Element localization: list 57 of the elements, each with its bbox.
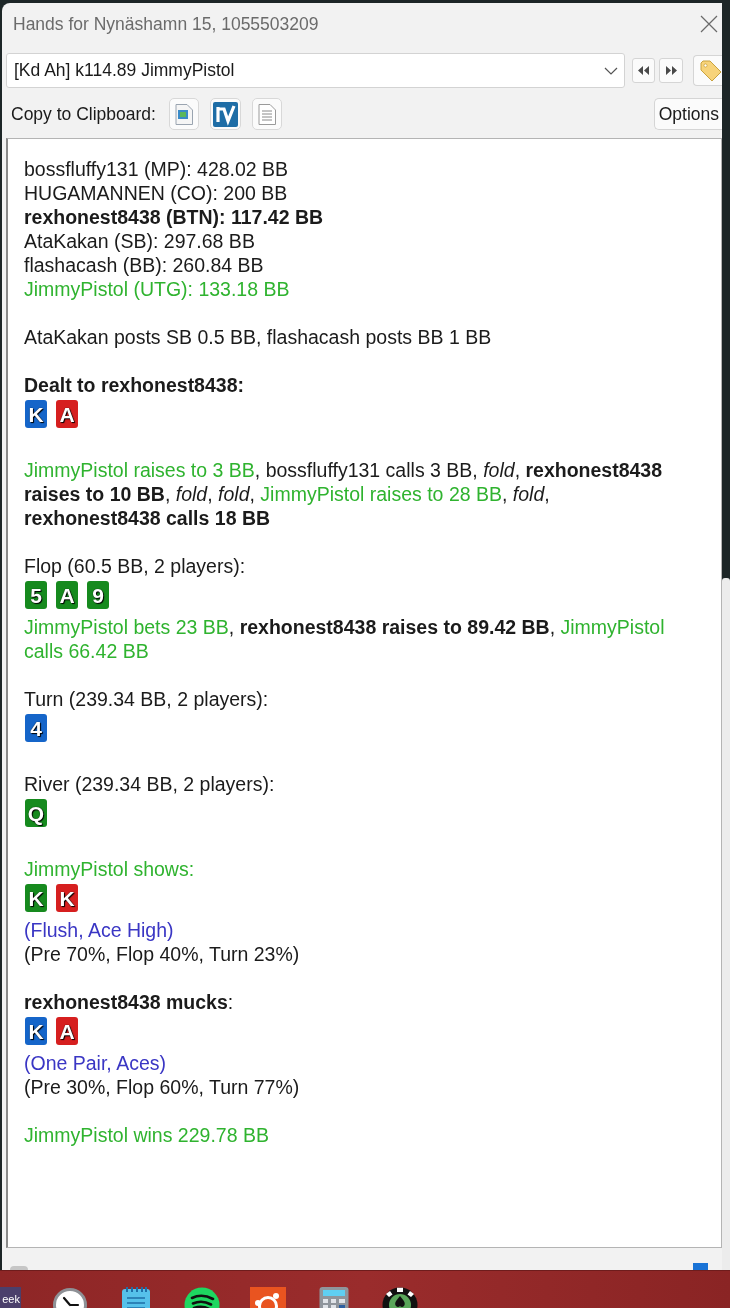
close-button[interactable] bbox=[700, 15, 718, 33]
playing-card: 5 bbox=[25, 581, 47, 609]
copy-to-clipboard-label: Copy to Clipboard: bbox=[11, 102, 156, 126]
previous-hand-button[interactable] bbox=[632, 58, 655, 83]
hand-history-line: bossfluffy131 (MP): 428.02 BB bbox=[24, 157, 289, 181]
playing-card: K bbox=[25, 400, 47, 428]
rewind-icon bbox=[638, 66, 649, 75]
hand-history-line: (Pre 70%, Flop 40%, Turn 23%) bbox=[24, 942, 300, 966]
hand-history-line: River (239.34 BB, 2 players): bbox=[24, 772, 275, 796]
hand-history-line: Turn (239.34 BB, 2 players): bbox=[24, 687, 269, 711]
hand-history-line: JimmyPistol bets 23 BB, rexhonest8438 raises to 89.42 BB, JimmyPistol calls 66.42 BB bbox=[24, 615, 666, 663]
hand-history-line: Dealt to rexhonest8438: bbox=[24, 373, 244, 397]
hand-history-line: JimmyPistol (UTG): 133.18 BB bbox=[24, 277, 290, 301]
app-logo-icon bbox=[212, 101, 238, 127]
text-document-icon bbox=[257, 103, 276, 125]
calculator-icon[interactable] bbox=[319, 1287, 349, 1308]
copy-image-button[interactable] bbox=[168, 98, 199, 130]
next-hand-button[interactable] bbox=[659, 58, 683, 83]
hand-history-line: HUGAMANNEN (CO): 200 BB bbox=[24, 181, 288, 205]
image-document-icon bbox=[174, 103, 193, 125]
window-title: Hands for Nynäshamn 15, 1055503209 bbox=[13, 12, 319, 36]
chevron-down-icon bbox=[604, 66, 618, 75]
playing-card: K bbox=[25, 1017, 47, 1045]
ring-of-dots-icon[interactable] bbox=[250, 1287, 286, 1308]
playing-card: K bbox=[56, 884, 78, 912]
playing-card: K bbox=[25, 884, 47, 912]
hand-dropdown[interactable]: [Kd Ah] k114.89 JimmyPistol bbox=[6, 53, 625, 88]
clock-icon[interactable] bbox=[52, 1287, 88, 1308]
fast-forward-icon bbox=[665, 66, 677, 75]
playing-card: A bbox=[56, 400, 78, 428]
hand-history-line: JimmyPistol shows: bbox=[24, 857, 195, 881]
copy-text-button[interactable] bbox=[251, 98, 282, 130]
hand-history-line: AtaKakan (SB): 297.68 BB bbox=[24, 229, 255, 253]
copy-logo-button[interactable] bbox=[209, 98, 241, 130]
sound-waves-icon[interactable] bbox=[184, 1287, 220, 1308]
poker-chip-icon[interactable] bbox=[382, 1287, 418, 1308]
hand-history-line: Flop (60.5 BB, 2 players): bbox=[24, 554, 246, 578]
hand-history-line: JimmyPistol wins 229.78 BB bbox=[24, 1123, 269, 1147]
playing-card: Q bbox=[25, 799, 47, 827]
playing-card: 4 bbox=[25, 714, 47, 742]
options-button[interactable]: Options bbox=[653, 98, 722, 130]
hand-history-line: rexhonest8438 mucks: bbox=[24, 990, 234, 1014]
notepad-icon[interactable] bbox=[121, 1287, 151, 1308]
app-tile[interactable]: eek bbox=[0, 1287, 21, 1308]
indicator-icon bbox=[693, 1263, 708, 1270]
close-icon bbox=[700, 15, 718, 33]
hand-history-line: (Pre 30%, Flop 60%, Turn 77%) bbox=[24, 1075, 300, 1099]
hand-history-line: rexhonest8438 (BTN): 117.42 BB bbox=[24, 205, 324, 229]
hand-history-line: flashacash (BB): 260.84 BB bbox=[24, 253, 264, 277]
tag-icon bbox=[700, 59, 722, 82]
hand-history-line: JimmyPistol raises to 3 BB, bossfluffy131 calls 3 BB, fold, rexhonest8438 raises to 10 BB, fold, fold, JimmyPistol raises to 28 BB, fold, rexhonest8438 calls 18 BB bbox=[24, 458, 664, 530]
playing-card: 9 bbox=[87, 581, 109, 609]
hand-history-line: (One Pair, Aces) bbox=[24, 1051, 166, 1075]
playing-card: A bbox=[56, 581, 78, 609]
playing-card: A bbox=[56, 1017, 78, 1045]
hand-history-line: AtaKakan posts SB 0.5 BB, flashacash posts BB 1 BB bbox=[24, 325, 492, 349]
hand-history-line: (Flush, Ace High) bbox=[24, 918, 174, 942]
